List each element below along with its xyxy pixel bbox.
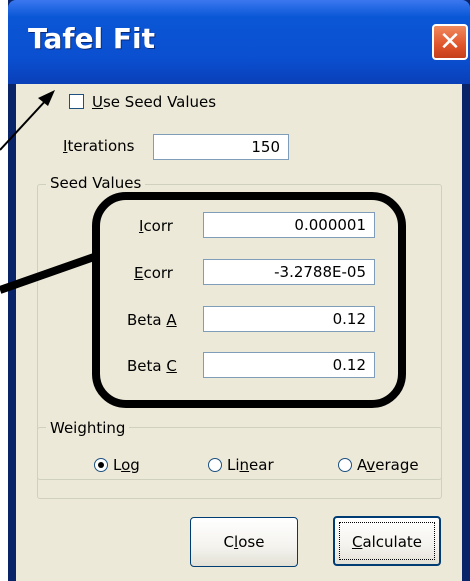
calculate-button[interactable]: Calculate: [333, 516, 441, 566]
linear-radio-label[interactable]: Linear: [227, 456, 274, 474]
use-seed-values-label[interactable]: Use Seed Values: [92, 93, 216, 111]
weighting-legend: Weighting: [46, 419, 130, 437]
close-icon: ✕: [439, 27, 461, 57]
linear-radio[interactable]: [208, 458, 222, 472]
title-bar[interactable]: Tafel Fit ✕: [8, 0, 470, 84]
average-radio-label[interactable]: Average: [357, 456, 419, 474]
close-button[interactable]: Close: [190, 517, 298, 567]
use-seed-values-checkbox[interactable]: [69, 94, 84, 109]
seed-values-legend: Seed Values: [46, 174, 146, 192]
iterations-field[interactable]: 150: [153, 134, 289, 160]
window-title: Tafel Fit: [28, 22, 156, 55]
log-radio[interactable]: [94, 458, 108, 472]
radio-selected-dot: [98, 462, 104, 468]
average-radio[interactable]: [338, 458, 352, 472]
calculate-label: Calculate: [351, 533, 423, 551]
annotation-highlight-box: [92, 192, 406, 408]
log-radio-label[interactable]: Log: [113, 456, 140, 474]
iterations-label: Iterations: [63, 137, 135, 155]
close-window-button[interactable]: ✕: [432, 24, 468, 60]
